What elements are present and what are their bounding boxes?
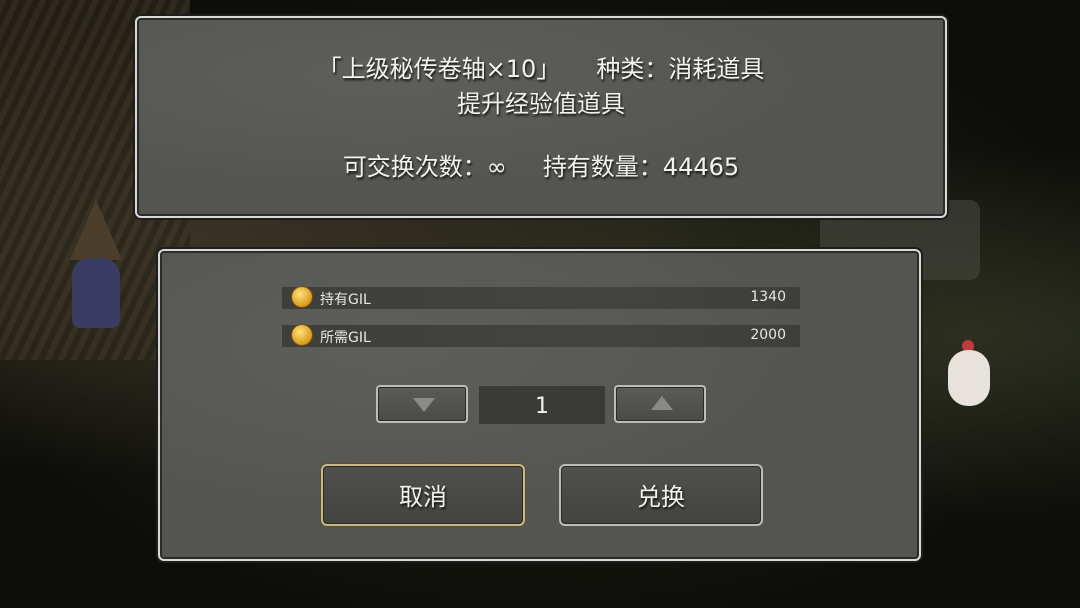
mage-body xyxy=(72,258,120,328)
owned-count: 持有数量：44465 xyxy=(542,153,740,181)
cancel-button[interactable]: 取消 xyxy=(321,464,525,526)
black-mage-character xyxy=(62,200,132,340)
gil-coin-icon xyxy=(292,325,312,345)
required-gil-label: 所需GIL xyxy=(320,330,371,346)
up-triangle-icon xyxy=(651,396,673,410)
exchange-limit: 可交换次数：∞ xyxy=(342,153,507,181)
item-stats-line: 可交换次数：∞ 持有数量：44465 xyxy=(137,147,945,182)
item-description: 提升经验值道具 xyxy=(457,90,625,118)
exchange-button[interactable]: 兑换 xyxy=(559,464,763,526)
down-triangle-icon xyxy=(413,398,435,412)
owned-gil-row: 持有GIL 1340 xyxy=(282,287,800,309)
owned-gil-label: 持有GIL xyxy=(320,292,371,308)
exchange-panel: 持有GIL 1340 所需GIL 2000 1 取消 兑换 xyxy=(158,249,921,561)
item-type: 种类：消耗道具 xyxy=(596,55,765,83)
quantity-display: 1 xyxy=(479,386,605,424)
gil-coin-icon xyxy=(292,287,312,307)
item-name: 「上级秘传卷轴×10」 xyxy=(317,55,561,83)
moogle-body xyxy=(948,350,990,406)
item-title-line: 「上级秘传卷轴×10」 种类：消耗道具 xyxy=(137,49,945,84)
increase-quantity-button[interactable] xyxy=(614,385,706,423)
item-info-panel: 「上级秘传卷轴×10」 种类：消耗道具 提升经验值道具 可交换次数：∞ 持有数量：4… xyxy=(135,16,947,218)
required-gil-row: 所需GIL 2000 xyxy=(282,325,800,347)
required-gil-value: 2000 xyxy=(750,327,786,343)
decrease-quantity-button[interactable] xyxy=(376,385,468,423)
mage-hat xyxy=(70,200,122,260)
moogle-character xyxy=(944,340,994,410)
owned-gil-value: 1340 xyxy=(750,289,786,305)
